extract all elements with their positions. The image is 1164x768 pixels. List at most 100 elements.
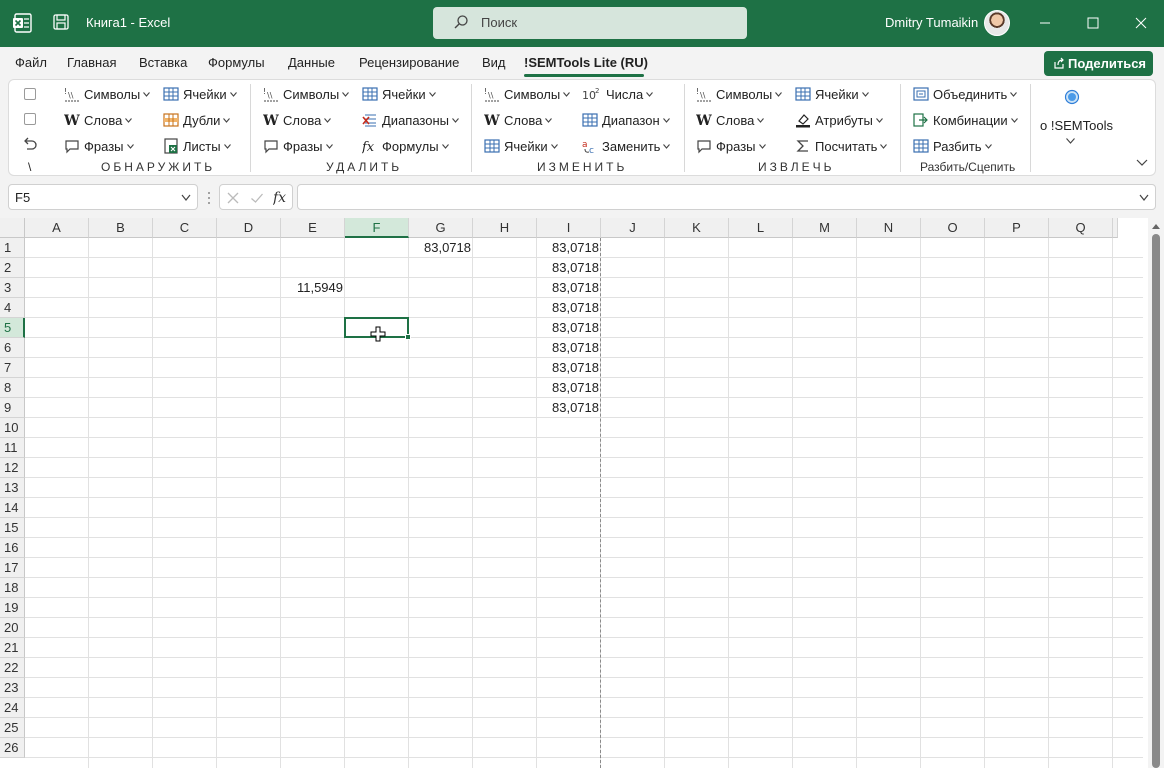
expand-formula-icon[interactable] xyxy=(1139,194,1149,201)
row-header-7[interactable]: 7 xyxy=(0,358,25,378)
g2-formulas-button[interactable]: fx Формулы xyxy=(361,136,449,156)
save-icon[interactable] xyxy=(52,13,70,31)
column-header-j[interactable]: J xyxy=(601,218,665,238)
g4-cells-button[interactable]: Ячейки xyxy=(795,84,869,104)
cell-i3[interactable]: 83,0718 xyxy=(537,278,601,298)
vertical-scrollbar[interactable] xyxy=(1148,218,1164,768)
g3-replace-button[interactable]: ac Заменить xyxy=(582,136,671,156)
g4-words-button[interactable]: W Слова xyxy=(695,110,765,130)
chevron-down-icon[interactable] xyxy=(1066,138,1075,144)
tab-formulas[interactable]: Формулы xyxy=(208,55,265,70)
row-header-14[interactable]: 14 xyxy=(0,498,25,518)
tab-review[interactable]: Рецензирование xyxy=(359,55,459,70)
cell-i7[interactable]: 83,0718 xyxy=(537,358,601,378)
row-header-18[interactable]: 18 xyxy=(0,578,25,598)
row-header-21[interactable]: 21 xyxy=(0,638,25,658)
share-button[interactable]: Поделиться xyxy=(1044,51,1153,76)
column-header-m[interactable]: M xyxy=(793,218,857,238)
worksheet-grid[interactable]: ABCDEFGHIJKLMNOPQ 1 2 3 4 5 6 7 8 9 10 11 12 13 14 15 1… xyxy=(0,218,1164,768)
split-button[interactable]: Разбить xyxy=(913,136,992,156)
cell-i5[interactable]: 83,0718 xyxy=(537,318,601,338)
row-header-3[interactable]: 3 xyxy=(0,278,25,298)
column-header-n[interactable]: N xyxy=(857,218,921,238)
fill-handle[interactable] xyxy=(405,334,411,340)
column-header-a[interactable]: A xyxy=(25,218,89,238)
tab-insert[interactable]: Вставка xyxy=(139,55,187,70)
column-header-o[interactable]: O xyxy=(921,218,985,238)
g3-range-button[interactable]: Диапазон xyxy=(582,110,670,130)
g1-sheets-button[interactable]: Листы xyxy=(163,136,231,156)
search-box[interactable]: Поиск xyxy=(433,7,747,39)
row-header-17[interactable]: 17 xyxy=(0,558,25,578)
tab-semtools[interactable]: !SEMTools Lite (RU) xyxy=(524,55,648,70)
g3-words-button[interactable]: W Слова xyxy=(483,110,553,130)
merge-button[interactable]: Объединить xyxy=(913,84,1018,104)
column-header-c[interactable]: C xyxy=(153,218,217,238)
cell-i6[interactable]: 83,0718 xyxy=(537,338,601,358)
column-header-p[interactable]: P xyxy=(985,218,1049,238)
select-all-corner[interactable] xyxy=(0,218,25,238)
column-header-h[interactable]: H xyxy=(473,218,537,238)
row-header-16[interactable]: 16 xyxy=(0,538,25,558)
g1-phrases-button[interactable]: Фразы xyxy=(64,136,134,156)
row-header-4[interactable]: 4 xyxy=(0,298,25,318)
column-header-g[interactable]: G xyxy=(409,218,473,238)
g1-words-button[interactable]: W Слова xyxy=(63,110,133,130)
cell-i8[interactable]: 83,0718 xyxy=(537,378,601,398)
column-header-i[interactable]: I xyxy=(537,218,601,238)
splitter-dots-icon[interactable] xyxy=(207,191,211,205)
tab-home[interactable]: Главная xyxy=(67,55,116,70)
g4-count-button[interactable]: Посчитать xyxy=(795,136,888,156)
close-icon[interactable] xyxy=(1126,8,1156,38)
row-header-19[interactable]: 19 xyxy=(0,598,25,618)
row-header-8[interactable]: 8 xyxy=(0,378,25,398)
column-header-d[interactable]: D xyxy=(217,218,281,238)
scrollbar-thumb[interactable] xyxy=(1152,234,1160,768)
g1-symbols-button[interactable]: ! \\ Символы xyxy=(64,84,151,104)
chevron-down-icon[interactable] xyxy=(181,194,191,201)
tab-view[interactable]: Вид xyxy=(482,55,506,70)
undo-icon[interactable] xyxy=(22,136,38,152)
tab-file[interactable]: Файл xyxy=(15,55,47,70)
row-header-11[interactable]: 11 xyxy=(0,438,25,458)
g2-words-button[interactable]: W Слова xyxy=(262,110,332,130)
g3-cells-button[interactable]: Ячейки xyxy=(484,136,558,156)
row-header-25[interactable]: 25 xyxy=(0,718,25,738)
cell-i4[interactable]: 83,0718 xyxy=(537,298,601,318)
row-header-26[interactable]: 26 xyxy=(0,738,25,758)
row-header-20[interactable]: 20 xyxy=(0,618,25,638)
row-header-9[interactable]: 9 xyxy=(0,398,25,418)
combinations-button[interactable]: Комбинации xyxy=(913,110,1018,130)
checkbox-2[interactable] xyxy=(24,113,36,125)
about-icon[interactable] xyxy=(1064,89,1080,105)
row-header-10[interactable]: 10 xyxy=(0,418,25,438)
g4-attributes-button[interactable]: Атрибуты xyxy=(795,110,883,130)
column-header-q[interactable]: Q xyxy=(1049,218,1113,238)
row-header-6[interactable]: 6 xyxy=(0,338,25,358)
tab-data[interactable]: Данные xyxy=(288,55,335,70)
g1-duplicates-button[interactable]: Дубли xyxy=(163,110,231,130)
column-header-e[interactable]: E xyxy=(281,218,345,238)
g1-cells-button[interactable]: Ячейки xyxy=(163,84,237,104)
cancel-icon[interactable] xyxy=(226,191,240,205)
avatar[interactable] xyxy=(984,10,1010,36)
row-header-24[interactable]: 24 xyxy=(0,698,25,718)
row-header-5[interactable]: 5 xyxy=(0,318,25,338)
row-header-1[interactable]: 1 xyxy=(0,238,25,258)
g2-ranges-button[interactable]: Диапазоны xyxy=(362,110,459,130)
column-header-f[interactable]: F xyxy=(345,218,409,238)
g4-phrases-button[interactable]: Фразы xyxy=(696,136,766,156)
collapse-ribbon-icon[interactable] xyxy=(1136,159,1148,167)
column-header-b[interactable]: B xyxy=(89,218,153,238)
user-name[interactable]: Dmitry Tumaikin xyxy=(885,15,978,30)
g3-symbols-button[interactable]: ! \\ Символы xyxy=(484,84,571,104)
formula-input[interactable] xyxy=(297,184,1156,210)
cell-e3[interactable]: 11,5949 xyxy=(281,278,345,298)
checkbox-1[interactable] xyxy=(24,88,36,100)
row-header-23[interactable]: 23 xyxy=(0,678,25,698)
insert-function-icon[interactable]: fx xyxy=(273,189,289,206)
name-box[interactable]: F5 xyxy=(8,184,198,210)
cell-i9[interactable]: 83,0718 xyxy=(537,398,601,418)
row-header-12[interactable]: 12 xyxy=(0,458,25,478)
g3-numbers-button[interactable]: 10 2 Числа xyxy=(582,84,654,104)
